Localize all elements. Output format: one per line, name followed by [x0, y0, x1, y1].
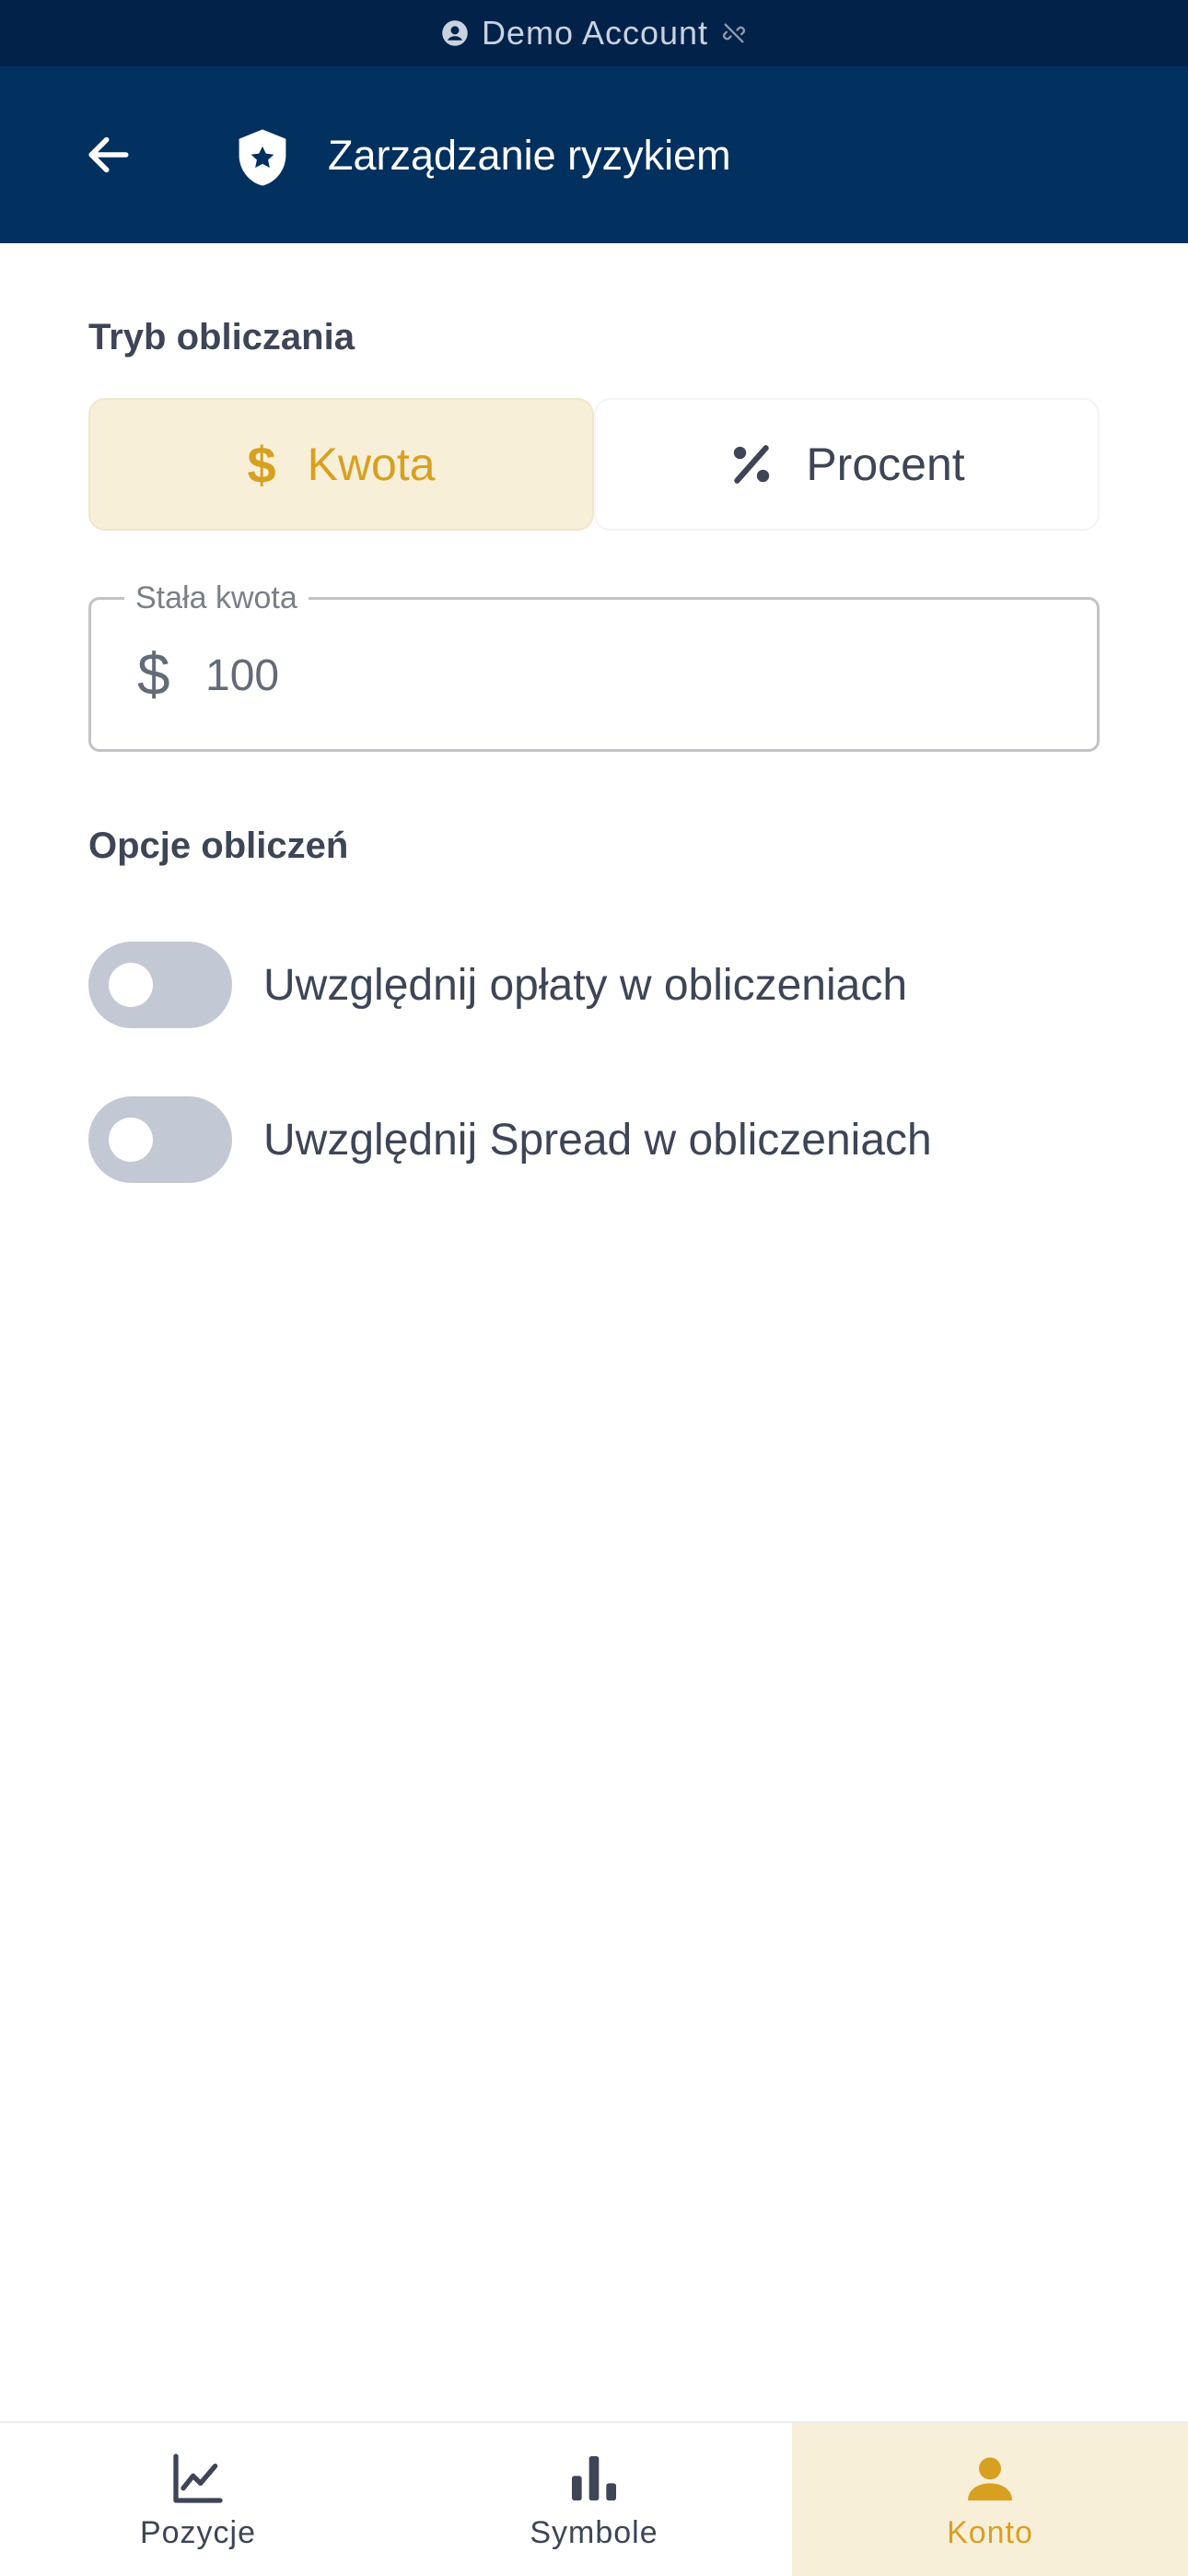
nav-item-symbols[interactable]: Symbole: [396, 2423, 792, 2576]
line-chart-icon: [173, 2453, 223, 2503]
back-button[interactable]: [77, 123, 140, 186]
bar-chart-icon: [572, 2455, 616, 2500]
include-fees-toggle[interactable]: [88, 942, 232, 1028]
bottom-nav: Pozycje Symbole Konto: [0, 2421, 1188, 2576]
link-off-icon: [723, 23, 746, 43]
app-header: Zarządzanie ryzykiem: [0, 66, 1188, 243]
demo-account-banner: Demo Account: [0, 0, 1188, 66]
mode-option-amount-label: Kwota: [307, 439, 436, 490]
percent-icon: [734, 445, 770, 484]
toggle-knob: [109, 963, 153, 1007]
toggle-row-fees: Uwzględnij opłaty w obliczeniach: [88, 941, 1101, 1029]
calc-mode-label: Tryb obliczania: [88, 317, 355, 357]
fixed-amount-field: Stała kwota $: [88, 578, 1100, 752]
dollar-icon: $: [247, 435, 276, 494]
demo-account-label: Demo Account: [481, 14, 709, 52]
mode-option-percent[interactable]: Procent: [594, 398, 1100, 531]
fixed-amount-input[interactable]: [205, 640, 1034, 710]
risk-management-screen: Demo Account Zarządzanie ryzykiem Tryb o…: [0, 0, 1188, 2576]
nav-item-positions[interactable]: Pozycje: [0, 2423, 396, 2576]
mode-option-percent-label: Procent: [806, 439, 965, 490]
account-circle-icon: [442, 20, 468, 46]
include-spread-toggle[interactable]: [88, 1096, 232, 1183]
nav-item-account[interactable]: Konto: [792, 2423, 1188, 2576]
toggle-knob: [109, 1118, 153, 1162]
person-icon: [968, 2456, 1012, 2500]
include-spread-label: Uwzględnij Spread w obliczeniach: [263, 1115, 932, 1165]
nav-item-account-label: Konto: [947, 2514, 1033, 2550]
include-fees-label: Uwzględnij opłaty w obliczeniach: [263, 960, 908, 1010]
nav-item-symbols-label: Symbole: [530, 2514, 658, 2550]
toggle-row-spread: Uwzględnij Spread w obliczeniach: [88, 1095, 1101, 1184]
nav-item-positions-label: Pozycje: [139, 2514, 257, 2550]
calc-options-label: Opcje obliczeń: [88, 825, 349, 866]
fixed-amount-label: Stała kwota: [124, 578, 309, 618]
calc-mode-segmented-control: $ Kwota Procent: [88, 398, 1100, 531]
page-title: Zarządzanie ryzykiem: [328, 132, 731, 179]
mode-option-amount[interactable]: $ Kwota: [88, 398, 594, 531]
arrow-back-icon: [88, 136, 129, 173]
currency-prefix: $: [137, 641, 170, 708]
shield-star-icon: [239, 129, 286, 186]
